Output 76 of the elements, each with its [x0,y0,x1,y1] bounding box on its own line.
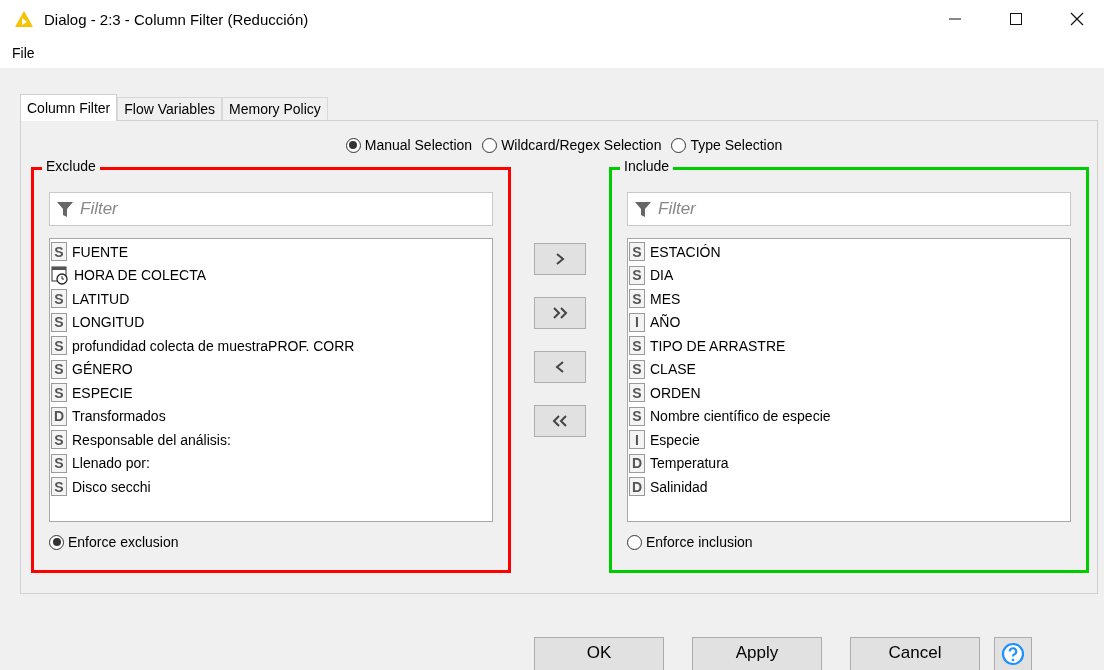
help-icon [1001,642,1025,666]
column-name[interactable]: ORDEN [650,384,701,401]
column-name[interactable]: AÑO [650,314,681,331]
radio-label[interactable]: Enforce exclusion [68,534,179,550]
tab[interactable]: Flow Variables [117,97,223,120]
column-name[interactable]: TIPO DE ARRASTRE [650,337,786,354]
filter-field[interactable]: Filter [49,192,493,226]
type-badge: S [629,242,645,262]
dialog-button[interactable]: Cancel [850,637,980,670]
type-badge: S [629,359,645,379]
filter-field[interactable]: Filter [627,192,1071,226]
tab[interactable]: Column Filter [20,94,118,121]
column-name[interactable]: FUENTE [72,243,128,260]
type-badge: S [51,242,67,262]
group-title: Exclude [42,158,100,174]
close-icon[interactable] [1070,12,1084,26]
type-badge: S [629,336,645,356]
column-name[interactable]: ESPECIE [72,384,133,401]
column-name[interactable]: DIA [650,267,674,284]
maximize-icon[interactable] [1009,12,1023,26]
radio-button[interactable] [671,137,687,153]
type-badge: I [629,430,645,450]
type-badge: D [51,406,67,426]
move-all-left-button[interactable] [534,405,586,437]
column-name[interactable]: Salinidad [650,478,708,495]
type-badge: S [51,312,67,332]
radio-label[interactable]: Enforce inclusion [646,534,753,550]
column-name[interactable]: Responsable del análisis: [72,431,231,448]
group-title: Include [620,158,674,174]
type-badge: S [51,430,67,450]
double-chevron-right-icon [552,307,568,319]
type-badge: S [51,359,67,379]
radio-button[interactable] [345,137,361,153]
tab[interactable]: Memory Policy [222,97,328,120]
dialog-button[interactable]: OK [534,637,664,670]
menu-item[interactable]: File [12,45,35,61]
type-badge: S [629,383,645,403]
chevron-right-icon [555,253,565,265]
radio-button[interactable] [482,137,498,153]
type-badge: S [629,265,645,285]
column-name[interactable]: ESTACIÓN [650,243,721,260]
column-name[interactable]: profundidad colecta de muestraPROF. CORR [72,337,355,354]
type-badge: S [51,383,67,403]
help-button[interactable] [994,637,1032,670]
column-name[interactable]: Disco secchi [72,478,151,495]
type-badge: D [629,477,645,497]
column-name[interactable]: MES [650,290,681,307]
type-badge: S [629,406,645,426]
column-name[interactable]: Temperatura [650,455,729,472]
column-name[interactable]: LATITUD [72,290,130,307]
radio-button[interactable] [49,534,64,550]
column-name[interactable]: CLASE [650,361,696,378]
app-logo-icon [14,10,34,28]
type-badge: I [629,312,645,332]
radio-button[interactable] [627,534,642,550]
column-name[interactable]: LONGITUD [72,314,145,331]
double-chevron-left-icon [552,415,568,427]
type-badge: S [51,336,67,356]
type-badge: S [51,453,67,473]
column-name[interactable]: Llenado por: [72,455,150,472]
column-name[interactable]: Transformados [72,408,166,425]
type-badge: D [629,453,645,473]
radio-label[interactable]: Wildcard/Regex Selection [501,137,662,153]
column-name[interactable]: HORA DE COLECTA [74,267,206,284]
type-badge: S [629,289,645,309]
type-badge: S [51,477,67,497]
move-all-right-button[interactable] [534,297,586,329]
window-title: Dialog - 2:3 - Column Filter (Reducción) [44,10,309,28]
chevron-left-icon [555,361,565,373]
dialog-button[interactable]: Apply [692,637,822,670]
type-badge: S [51,289,67,309]
column-name[interactable]: GÉNERO [72,361,133,378]
radio-label[interactable]: Manual Selection [364,137,473,153]
column-name[interactable]: Nombre científico de especie [650,408,831,425]
column-name[interactable]: Especie [650,431,700,448]
radio-label[interactable]: Type Selection [690,137,783,153]
